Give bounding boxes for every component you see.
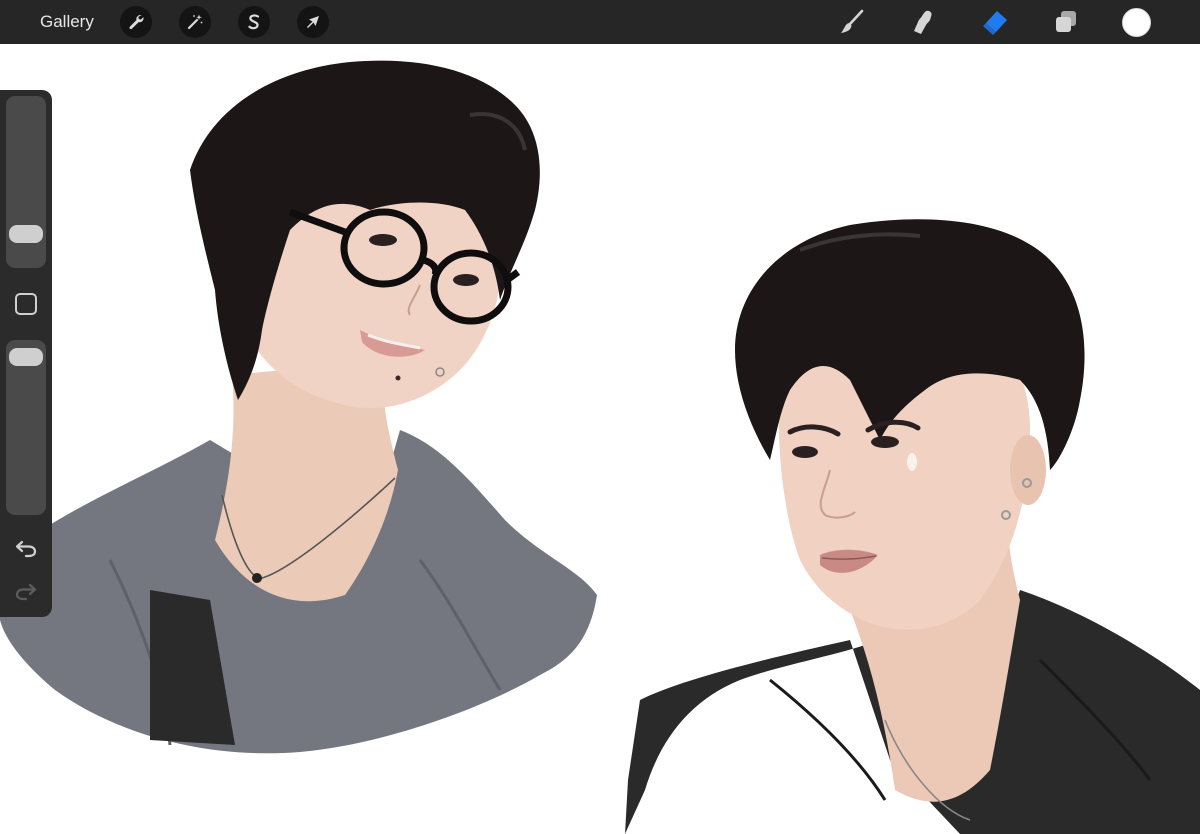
selection-s-icon <box>248 14 260 30</box>
side-toolbar <box>0 90 52 617</box>
color-picker-button[interactable] <box>1122 8 1151 37</box>
redo-button[interactable] <box>12 579 40 603</box>
redo-icon <box>15 583 37 601</box>
brush-icon <box>841 9 864 33</box>
left-portrait <box>0 60 597 754</box>
selection-button[interactable] <box>238 6 270 38</box>
opacity-slider[interactable] <box>6 340 46 515</box>
transform-button[interactable] <box>297 6 329 38</box>
artwork <box>0 60 1200 834</box>
square-modify-icon[interactable] <box>15 293 37 315</box>
drawing-canvas[interactable] <box>0 44 1200 834</box>
arrow-cursor-icon <box>307 16 319 28</box>
eraser-tool-button[interactable] <box>979 6 1011 38</box>
gallery-button[interactable]: Gallery <box>40 11 94 33</box>
undo-icon <box>15 540 37 558</box>
layers-button[interactable] <box>1050 6 1082 38</box>
undo-button[interactable] <box>12 536 40 560</box>
smudge-tool-button[interactable] <box>907 6 939 38</box>
magic-wand-icon <box>187 14 203 30</box>
brush-tool-button[interactable] <box>836 6 868 38</box>
smudge-finger-icon <box>914 10 932 34</box>
layers-icon <box>1056 11 1076 32</box>
brush-size-knob[interactable] <box>9 224 43 243</box>
eraser-icon <box>983 11 1007 35</box>
opacity-knob[interactable] <box>9 347 43 366</box>
wrench-icon <box>129 15 144 30</box>
right-portrait <box>625 219 1200 834</box>
adjustments-button[interactable] <box>179 6 211 38</box>
brush-size-slider[interactable] <box>6 96 46 268</box>
actions-button[interactable] <box>120 6 152 38</box>
top-toolbar: Gallery <box>0 0 1200 44</box>
